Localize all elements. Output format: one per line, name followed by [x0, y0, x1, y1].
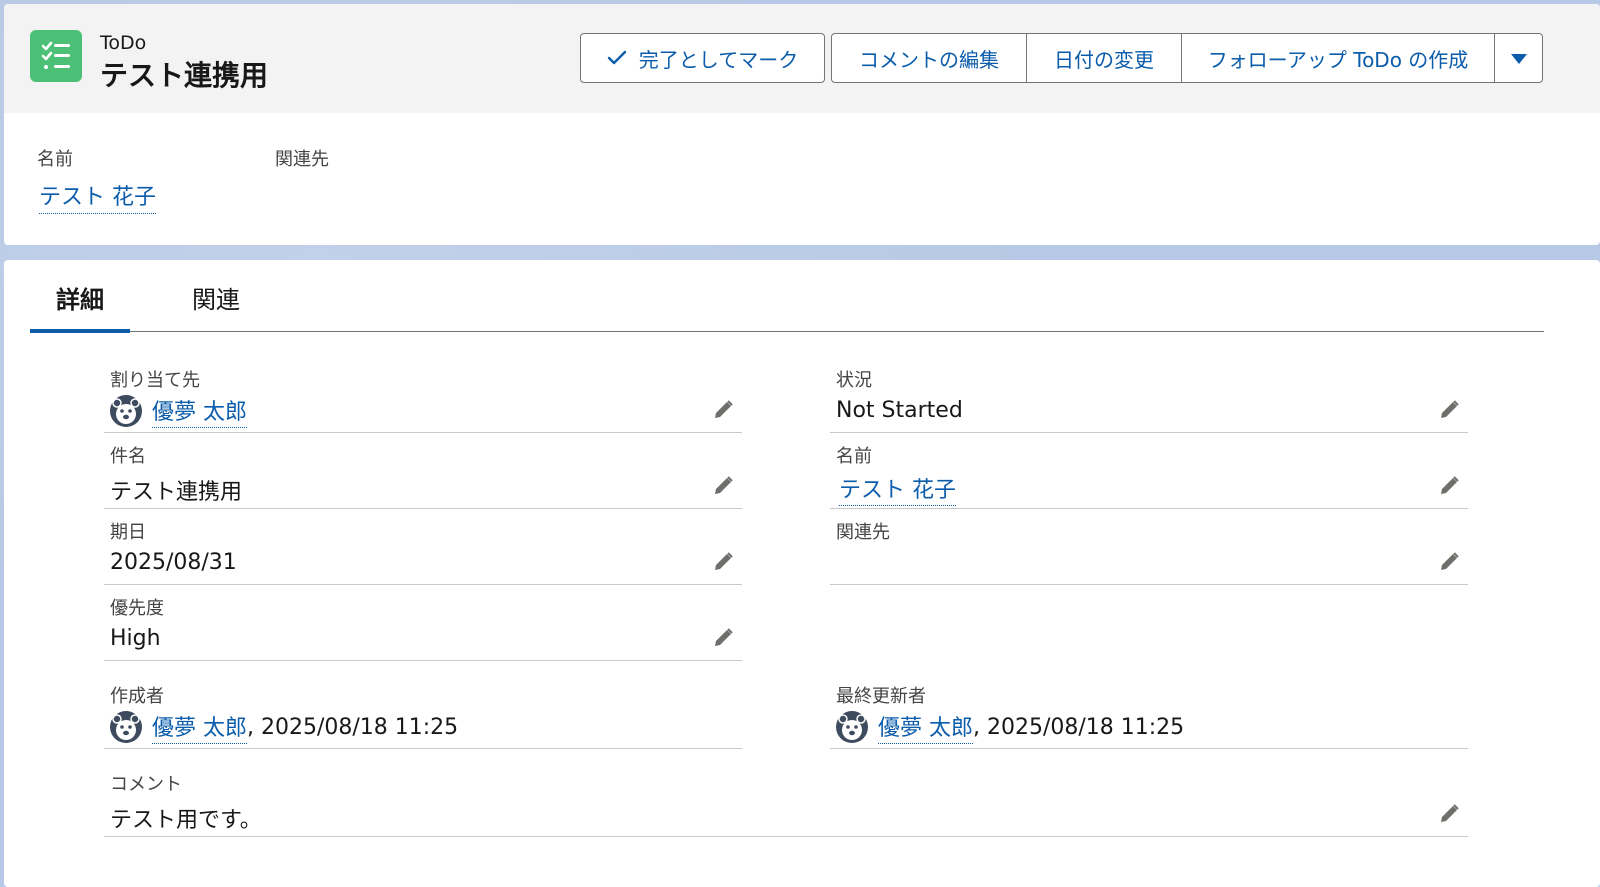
edit-comment-button[interactable]: コメントの編集: [831, 33, 1027, 83]
object-type-label: ToDo: [100, 32, 147, 54]
field-label: コメント: [110, 774, 182, 795]
tab-bar: 詳細 関連: [30, 260, 1544, 333]
edit-pencil-icon[interactable]: [1438, 399, 1460, 421]
highlight-related-label: 関連先: [275, 149, 329, 170]
field-name: 名前 テスト 花子: [830, 436, 1468, 509]
modified-date: , 2025/08/18 11:25: [973, 714, 1185, 740]
field-status: 状況 Not Started: [830, 360, 1468, 433]
field-comment: コメント テスト用です。: [104, 764, 1468, 837]
field-last-modified-by: 最終更新者 優夢 太郎 , 2025/08/18 11:25: [830, 676, 1468, 749]
field-value: 優夢 太郎 , 2025/08/18 11:25: [836, 710, 1184, 744]
action-button-group: コメントの編集 日付の変更 フォローアップ ToDo の作成: [831, 33, 1543, 83]
field-label: 状況: [836, 370, 872, 391]
edit-pencil-icon[interactable]: [712, 399, 734, 421]
field-label: 名前: [836, 446, 872, 467]
more-actions-button[interactable]: [1495, 33, 1543, 83]
field-value: テスト 花子: [839, 472, 956, 506]
field-label: 最終更新者: [836, 686, 926, 707]
detail-card: 詳細 関連 割り当て先 優夢 太郎 件名 テスト連携用 期日 2025/08/3…: [4, 260, 1600, 887]
field-value: テスト連携用: [110, 480, 243, 505]
field-label: 期日: [110, 522, 146, 543]
field-value: 優夢 太郎: [110, 394, 247, 428]
record-header: ToDo テスト連携用 完了としてマーク コメントの編集 日付の変更 フォローア…: [4, 4, 1600, 245]
avatar: [110, 711, 142, 743]
field-value: 2025/08/31: [110, 550, 237, 575]
name-link[interactable]: テスト 花子: [839, 472, 956, 506]
change-date-button[interactable]: 日付の変更: [1027, 33, 1182, 83]
header-top: ToDo テスト連携用 完了としてマーク コメントの編集 日付の変更 フォローア…: [4, 4, 1600, 113]
field-related: 関連先: [830, 512, 1468, 585]
field-label: 件名: [110, 446, 146, 467]
created-user-link[interactable]: 優夢 太郎: [152, 710, 247, 744]
edit-pencil-icon[interactable]: [712, 475, 734, 497]
edit-pencil-icon[interactable]: [712, 551, 734, 573]
create-followup-button[interactable]: フォローアップ ToDo の作成: [1182, 33, 1495, 83]
field-priority: 優先度 High: [104, 588, 742, 661]
field-created-by: 作成者 優夢 太郎 , 2025/08/18 11:25: [104, 676, 742, 749]
avatar: [836, 711, 868, 743]
edit-pencil-icon[interactable]: [712, 627, 734, 649]
highlight-name-link[interactable]: テスト 花子: [39, 179, 156, 214]
mark-complete-label: 完了としてマーク: [638, 47, 799, 72]
field-value: テスト用です。: [110, 808, 262, 833]
field-assigned: 割り当て先 優夢 太郎: [104, 360, 742, 433]
field-subject: 件名 テスト連携用: [104, 436, 742, 509]
field-label: 割り当て先: [110, 370, 200, 391]
edit-pencil-icon[interactable]: [1438, 475, 1460, 497]
modified-user-link[interactable]: 優夢 太郎: [878, 710, 973, 744]
field-due-date: 期日 2025/08/31: [104, 512, 742, 585]
created-date: , 2025/08/18 11:25: [247, 714, 459, 740]
mark-complete-button[interactable]: 完了としてマーク: [580, 33, 825, 83]
tab-detail[interactable]: 詳細: [56, 280, 104, 332]
check-icon: [607, 50, 627, 66]
assigned-user-link[interactable]: 優夢 太郎: [152, 394, 247, 428]
chevron-down-icon: [1510, 46, 1528, 70]
edit-pencil-icon[interactable]: [1438, 803, 1460, 825]
tab-related[interactable]: 関連: [192, 280, 240, 332]
active-tab-indicator: [30, 329, 130, 333]
field-value: Not Started: [836, 398, 963, 423]
tab-detail-label: 詳細: [56, 286, 104, 314]
tab-related-label: 関連: [192, 286, 240, 314]
field-label: 優先度: [110, 598, 164, 619]
avatar: [110, 395, 142, 427]
field-label: 関連先: [836, 522, 890, 543]
highlight-name-label: 名前: [37, 149, 73, 170]
edit-pencil-icon[interactable]: [1438, 551, 1460, 573]
field-label: 作成者: [110, 686, 164, 707]
field-value: High: [110, 626, 161, 651]
task-icon: [30, 30, 82, 82]
page-title: テスト連携用: [100, 59, 269, 92]
field-value: 優夢 太郎 , 2025/08/18 11:25: [110, 710, 458, 744]
